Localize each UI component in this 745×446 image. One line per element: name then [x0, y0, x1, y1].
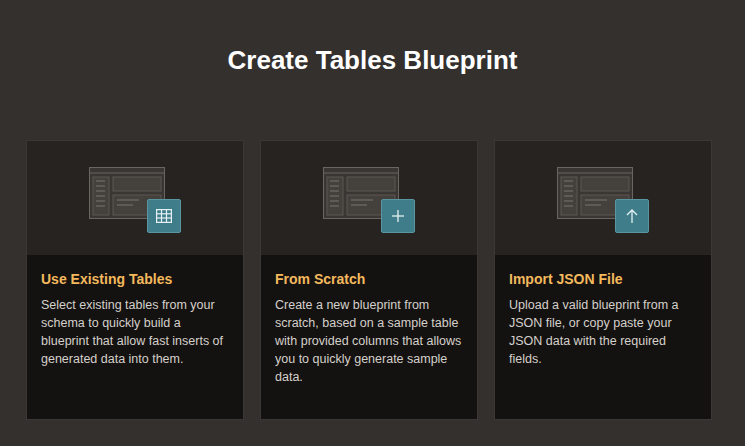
- card-illustration: [27, 141, 243, 255]
- card-badge: [381, 199, 415, 233]
- blueprint-card[interactable]: Import JSON File Upload a valid blueprint…: [494, 140, 712, 420]
- page-title: Create Tables Blueprint: [228, 0, 518, 80]
- upload-arrow-icon: [626, 208, 638, 224]
- card-description: Select existing tables from your schema …: [41, 296, 229, 368]
- card-title: From Scratch: [275, 269, 463, 289]
- card-row: Use Existing Tables Select existing table…: [0, 140, 712, 420]
- blueprint-card[interactable]: From Scratch Create a new blueprint from …: [260, 140, 478, 420]
- plus-icon: [391, 209, 405, 223]
- card-description: Upload a valid blueprint from a JSON fil…: [509, 296, 697, 368]
- card-illustration: [495, 141, 711, 255]
- blueprint-card[interactable]: Use Existing Tables Select existing table…: [26, 140, 244, 420]
- card-title: Import JSON File: [509, 269, 697, 289]
- card-badge: [615, 199, 649, 233]
- card-illustration: [261, 141, 477, 255]
- create-tables-blueprint-page: Create Tables Blueprint Use Existing Tabl…: [0, 0, 745, 446]
- card-badge: [147, 199, 181, 233]
- table-icon: [156, 209, 172, 223]
- card-description: Create a new blueprint from scratch, bas…: [275, 296, 463, 386]
- card-title: Use Existing Tables: [41, 269, 229, 289]
